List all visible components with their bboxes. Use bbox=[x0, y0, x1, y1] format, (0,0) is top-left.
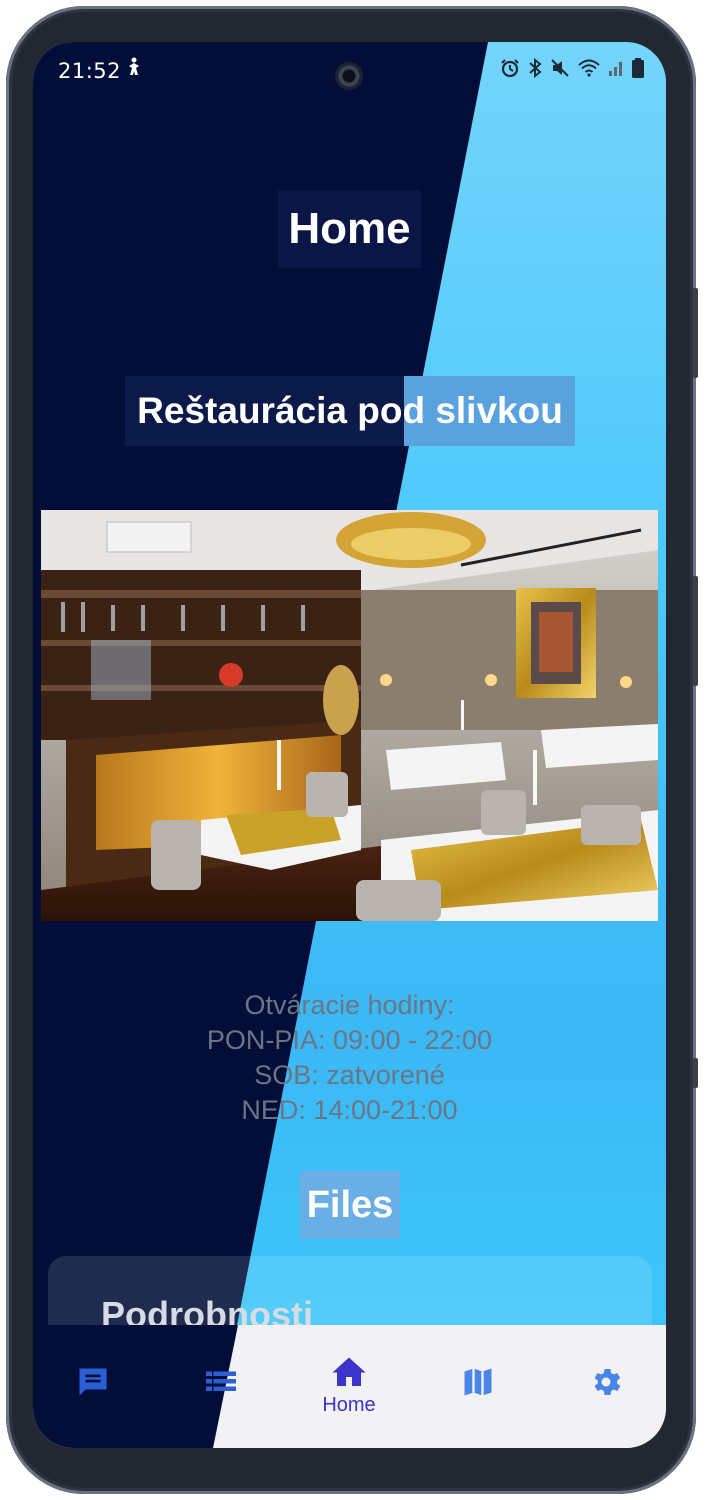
restaurant-interior-photo bbox=[41, 510, 658, 921]
side-key bbox=[693, 1058, 698, 1088]
app-screen: 21:52 Home Reštaurácia pod slivkou Otvár… bbox=[33, 42, 666, 1448]
page-title: Home bbox=[278, 190, 421, 268]
hours-weekdays: PON-PIA: 09:00 - 22:00 bbox=[206, 1025, 493, 1055]
nav-item-home[interactable]: Home bbox=[289, 1325, 409, 1445]
list-icon bbox=[203, 1364, 239, 1404]
nav-item-chat[interactable] bbox=[33, 1325, 153, 1445]
hours-saturday: SOB: zatvorené bbox=[254, 1060, 445, 1090]
settings-icon bbox=[588, 1364, 624, 1404]
mute-icon bbox=[550, 58, 570, 83]
home-icon bbox=[331, 1354, 367, 1392]
chat-icon bbox=[75, 1364, 111, 1404]
status-bar: 21:52 bbox=[33, 42, 666, 102]
nav-label-home: Home bbox=[322, 1393, 376, 1416]
alarm-icon bbox=[500, 58, 520, 83]
nav-item-list[interactable] bbox=[161, 1325, 281, 1445]
bottom-navigation: Home bbox=[33, 1325, 666, 1448]
figure-icon bbox=[126, 57, 142, 82]
power-button bbox=[693, 576, 698, 686]
wifi-icon bbox=[578, 59, 600, 82]
signal-icon bbox=[608, 60, 624, 81]
hours-sunday: NED: 14:00-21:00 bbox=[241, 1095, 458, 1125]
nav-item-settings[interactable] bbox=[546, 1325, 666, 1445]
files-heading: Files bbox=[300, 1171, 400, 1239]
status-icons bbox=[500, 57, 644, 83]
front-camera bbox=[335, 62, 363, 90]
volume-button bbox=[693, 288, 698, 378]
restaurant-name: Reštaurácia pod slivkou bbox=[125, 376, 575, 446]
opening-hours: Otváracie hodiny: PON-PIA: 09:00 - 22:00… bbox=[33, 988, 666, 1128]
status-time: 21:52 bbox=[58, 59, 122, 83]
battery-icon bbox=[632, 58, 644, 83]
nav-item-map[interactable] bbox=[418, 1325, 538, 1445]
bluetooth-icon bbox=[528, 57, 542, 83]
hours-heading: Otváracie hodiny: bbox=[244, 990, 455, 1020]
map-icon bbox=[460, 1364, 496, 1404]
